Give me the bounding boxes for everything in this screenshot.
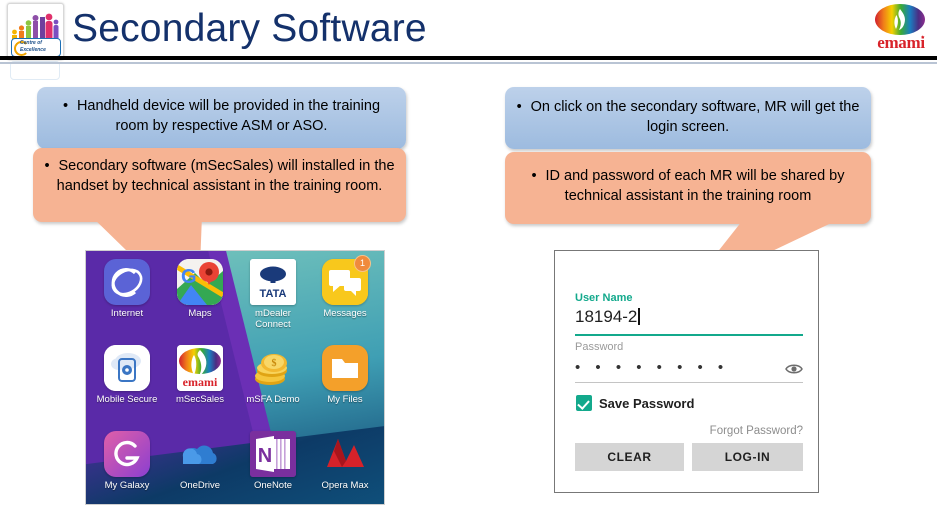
app-onedrive[interactable]: OneDrive [163,431,237,491]
app-opera-max[interactable]: Opera Max [308,431,382,491]
coe-badge-text: Centre of Excellence [20,40,46,54]
forgot-password-link[interactable]: Forgot Password? [695,425,803,437]
msecsales-emami-icon: emami [177,345,223,391]
app-grid: Internet G Maps TATA mDealer Connect 1 M… [86,251,384,504]
msfa-demo-coins-icon: $ [250,345,296,391]
app-label: Opera Max [321,480,369,491]
save-password-label: Save Password [599,396,695,411]
callout-right-blue: • On click on the secondary software, MR … [505,87,871,149]
app-label: OneDrive [179,480,221,491]
svg-text:N: N [258,445,272,467]
callout-left-blue-text: • Handheld device will be provided in the… [47,96,396,136]
app-label: mSFA Demo [246,394,300,405]
login-button[interactable]: LOG-IN [692,443,803,471]
password-underline [575,382,803,383]
save-password-checkbox[interactable] [576,395,592,411]
app-onenote[interactable]: N OneNote [236,431,310,491]
callout-right-blue-body: On click on the secondary software, MR w… [530,99,860,135]
callout-right-peach-text: • ID and password of each MR will be shar… [517,166,859,206]
messages-badge: 1 [354,255,371,272]
svg-text:G: G [181,266,197,288]
onedrive-icon [177,431,223,477]
login-screen: User Name 18194-2 Password • • • • • • •… [554,250,819,493]
bullet-icon: • [62,98,69,114]
tata-mdealer-icon: TATA [250,259,296,305]
messages-icon: 1 [322,255,371,305]
app-my-files[interactable]: My Files [308,345,382,405]
page-title: Secondary Software [72,7,427,50]
app-label: Messages [323,308,367,319]
username-input[interactable]: 18194-2 [575,307,640,327]
password-label: Password [575,341,624,353]
my-galaxy-icon [104,431,150,477]
header-divider [0,56,937,60]
app-label: Internet [110,308,144,319]
app-label: My Galaxy [104,480,150,491]
slide-header: Centre of Excellence Secondary Software … [0,0,937,80]
bullet-icon: • [44,158,50,174]
callout-left-peach-body: Secondary software (mSecSales) will inst… [56,158,395,194]
phone-home-screen: Internet G Maps TATA mDealer Connect 1 M… [85,250,385,505]
app-label: My Files [327,394,363,405]
svg-text:emami: emami [183,375,218,389]
app-messages[interactable]: 1 Messages [308,255,382,319]
callout-left-blue: • Handheld device will be provided in the… [37,87,406,149]
centre-of-excellence-logo: Centre of Excellence [7,3,64,60]
app-my-galaxy[interactable]: My Galaxy [90,431,164,491]
username-underline [575,334,803,336]
coe-badge: Centre of Excellence [11,38,61,57]
slide: Centre of Excellence Secondary Software … [0,0,937,526]
bullet-icon: • [516,99,522,115]
app-msfa-demo[interactable]: $ mSFA Demo [236,345,310,405]
internet-icon [104,259,150,305]
bullet-icon: • [531,168,537,184]
opera-max-icon [322,431,368,477]
maps-icon: G [177,259,223,305]
svg-text:$: $ [272,358,277,369]
app-internet[interactable]: Internet [90,259,164,319]
app-label: Mobile Secure [96,394,158,405]
svg-text:TATA: TATA [260,288,287,300]
coe-line1: Centre of [20,40,42,46]
onenote-icon: N [250,431,296,477]
emami-wordmark: emami [877,33,925,52]
emami-trademark-icon: * [921,34,925,44]
mobile-secure-icon [104,345,150,391]
app-mdealer-connect[interactable]: TATA mDealer Connect [236,259,310,330]
callout-right-peach: • ID and password of each MR will be shar… [505,152,871,224]
app-maps[interactable]: G Maps [163,259,237,319]
app-mobile-secure[interactable]: Mobile Secure [90,345,164,405]
coe-line2: Excellence [20,47,46,53]
app-label: mDealer Connect [255,308,291,330]
username-label: User Name [575,292,633,304]
eye-icon[interactable] [785,363,803,375]
emami-flame-icon [894,9,905,30]
my-files-folder-icon [322,345,368,391]
callout-left-blue-body: Handheld device will be provided in the … [76,98,381,134]
password-input[interactable]: • • • • • • • • [575,359,729,376]
callout-right-blue-text: • On click on the secondary software, MR … [515,97,861,137]
header-divider-secondary [0,62,937,64]
app-label: mSecSales [175,394,225,405]
callout-left-peach: • Secondary software (mSecSales) will ins… [33,148,406,222]
clear-button[interactable]: CLEAR [575,443,684,471]
app-msecsales[interactable]: emami mSecSales [163,345,237,405]
app-label: Maps [188,308,212,319]
app-label: OneNote [253,480,293,491]
username-value: 18194-2 [575,307,638,326]
emami-logo: emami * [871,4,929,54]
text-caret [638,308,640,325]
callout-right-peach-body: ID and password of each MR will be share… [545,168,845,204]
callout-left-peach-text: • Secondary software (mSecSales) will ins… [41,156,398,196]
